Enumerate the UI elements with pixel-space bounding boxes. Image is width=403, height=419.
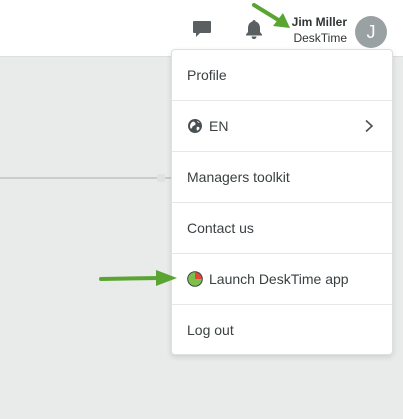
chat-icon[interactable] [191,18,213,40]
annotation-arrow-icon [99,270,177,286]
menu-item-profile[interactable]: Profile [172,50,392,101]
menu-item-language[interactable]: EN [172,101,392,152]
user-organization: DeskTime [293,31,347,45]
menu-item-label: EN [209,118,229,134]
menu-item-log-out[interactable]: Log out [172,305,392,355]
menu-item-label: Contact us [187,220,254,236]
user-dropdown-menu: Profile EN Managers toolkit Contact us L… [171,49,393,355]
menu-item-label: Managers toolkit [187,169,290,185]
background-divider [0,177,172,179]
chevron-right-icon [365,119,374,133]
user-name: Jim Miller [291,15,347,29]
menu-item-launch-app[interactable]: Launch DeskTime app [172,254,392,305]
annotation-arrow-icon [252,3,290,28]
menu-item-contact-us[interactable]: Contact us [172,203,392,254]
background-marker [157,174,165,182]
desktime-app-icon [187,271,203,287]
globe-icon [188,119,202,133]
menu-item-label: Profile [187,67,227,83]
menu-item-label: Log out [187,322,234,338]
user-info[interactable]: Jim Miller DeskTime [292,15,347,45]
menu-item-label: Launch DeskTime app [209,271,349,287]
avatar[interactable]: J [355,16,387,48]
menu-item-managers-toolkit[interactable]: Managers toolkit [172,152,392,203]
